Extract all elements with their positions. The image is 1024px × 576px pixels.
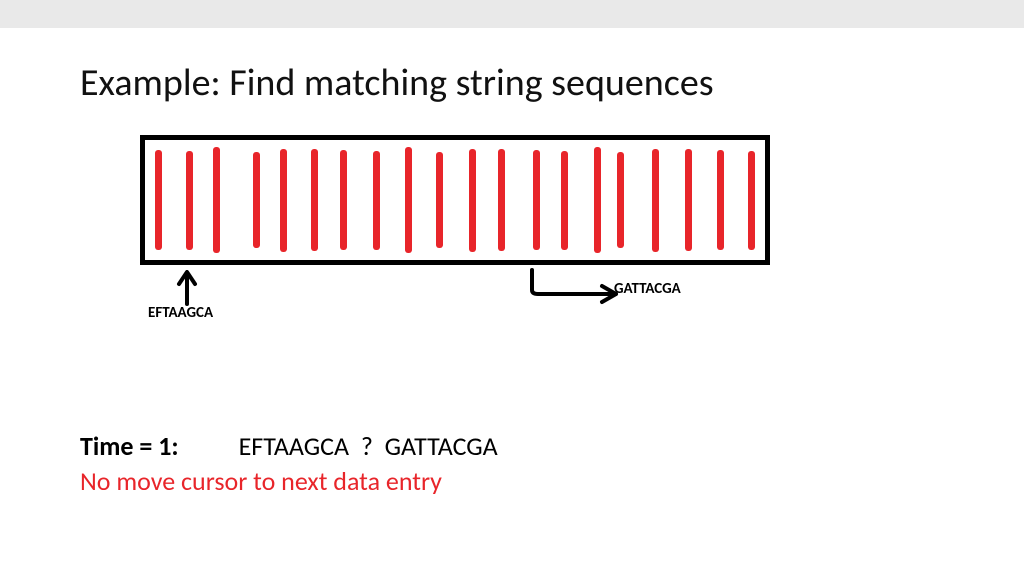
sequence-bar: [498, 149, 505, 251]
sequence-bar: [213, 147, 220, 253]
window-top-bar: [0, 0, 1024, 28]
right-sequence-label: GATTACGA: [614, 280, 681, 298]
sequence-bar: [652, 149, 659, 252]
sequence-bar: [717, 150, 724, 250]
sequence-bar: [186, 151, 193, 250]
sequence-box: [140, 135, 770, 265]
sequence-bar: [594, 147, 601, 253]
sequence-bar: [253, 152, 260, 248]
left-sequence-label: EFTAAGCA: [148, 304, 213, 322]
sequence-bar: [533, 150, 540, 250]
sequence-bar: [155, 150, 162, 250]
sequence-bar: [311, 149, 318, 251]
sequence-bar: [748, 151, 755, 250]
time-seq-b: GATTACGA: [385, 430, 498, 462]
time-label: Time = 1:: [80, 430, 179, 462]
sequence-bar: [436, 152, 443, 248]
sequence-bar: [405, 147, 412, 253]
sequence-bar: [340, 150, 347, 250]
sequence-bar: [685, 149, 692, 251]
time-line: Time = 1: EFTAAGCA ? GATTACGA: [80, 430, 498, 462]
time-seq-a: EFTAAGCA: [239, 430, 350, 462]
slide-title: Example: Find matching string sequences: [80, 60, 714, 106]
sequence-bar: [469, 149, 476, 252]
sequence-bars: [155, 146, 755, 254]
sequence-bar: [561, 151, 568, 250]
sequence-bar: [280, 149, 287, 252]
sequence-bar: [373, 151, 380, 250]
sequence-bar: [617, 152, 624, 248]
time-op: ?: [361, 430, 373, 462]
result-line: No move cursor to next data entry: [80, 465, 442, 497]
